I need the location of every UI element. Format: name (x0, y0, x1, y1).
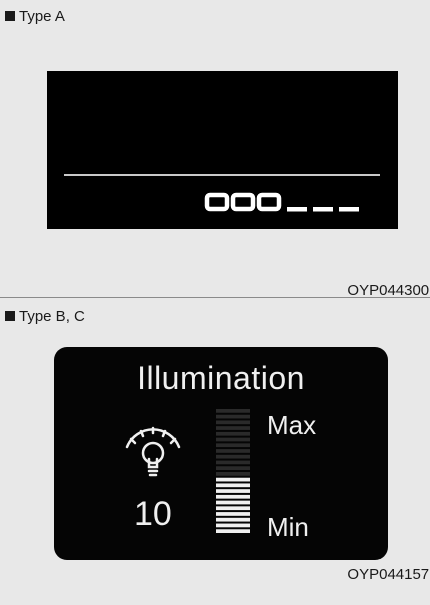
meter-segment-filled (216, 529, 250, 533)
meter-segment-filled (216, 477, 250, 482)
meter-segment-empty (216, 460, 250, 465)
meter-segment-empty (216, 443, 250, 448)
meter-segment-empty (216, 431, 250, 436)
square-bullet-icon (5, 311, 15, 321)
digit-blank-2 (313, 207, 333, 212)
meter-segment-empty (216, 437, 250, 442)
meter-segment-empty (216, 420, 250, 425)
max-label: Max (267, 410, 317, 440)
illumination-level-meter (216, 409, 250, 533)
meter-segment-empty (216, 449, 250, 453)
type-a-display (47, 71, 398, 229)
meter-segment-filled (216, 494, 250, 499)
type-a-heading: Type A (5, 8, 65, 26)
type-a-panel: Type A OYP044300N (0, 0, 430, 299)
digit-blank-1 (287, 207, 307, 212)
digit-zero-2 (230, 192, 256, 212)
meter-segment-empty (216, 466, 250, 470)
meter-segment-empty (216, 409, 250, 413)
digit-zero-3 (256, 192, 282, 212)
meter-segment-empty (216, 472, 250, 476)
meter-segment-empty (216, 414, 250, 419)
dashboard-illumination-icon (125, 426, 181, 477)
meter-segment-empty (216, 454, 250, 459)
min-label: Min (267, 512, 309, 542)
type-bc-display: Illumination 10 Max Min (54, 347, 388, 560)
type-a-title: Type A (19, 8, 65, 25)
digit-readout (204, 192, 359, 212)
illumination-level-value: 10 (134, 495, 172, 533)
type-bc-title: Type B, C (19, 308, 85, 325)
meter-segment-filled (216, 512, 250, 516)
meter-segment-empty (216, 426, 250, 430)
meter-segment-filled (216, 517, 250, 522)
meter-segment-filled (216, 483, 250, 488)
meter-segment-filled (216, 523, 250, 528)
illumination-title: Illumination (137, 360, 305, 396)
meter-segment-filled (216, 500, 250, 505)
square-bullet-icon (5, 11, 15, 21)
meter-segment-filled (216, 489, 250, 493)
digit-blank-3 (339, 207, 359, 212)
meter-segment-filled (216, 506, 250, 511)
digit-zero-1 (204, 192, 230, 212)
type-bc-figure-code: OYP044157N (347, 566, 430, 583)
display-divider-line (64, 174, 380, 176)
type-bc-heading: Type B, C (5, 308, 85, 326)
type-bc-panel: Type B, C Illumination 10 Max Min OYP044… (0, 298, 430, 605)
